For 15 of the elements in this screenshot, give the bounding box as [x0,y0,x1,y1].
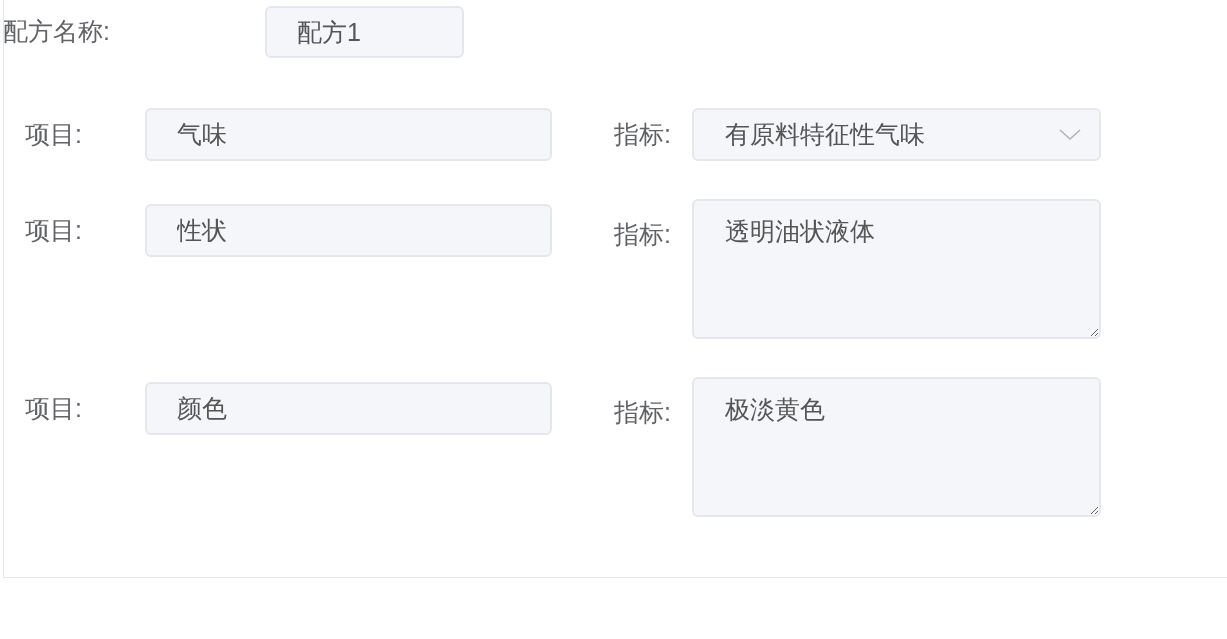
field-label: 指标: [613,397,672,428]
input-field[interactable]: 颜色 [145,382,552,435]
field-label: 项目: [24,392,83,424]
field-label: 指标: [613,219,672,250]
field-label: 项目: [24,118,83,150]
field-label: 指标: [613,118,672,150]
input-field[interactable]: 气味 [145,108,552,161]
field-label: 配方名称: [3,16,111,48]
text-area[interactable]: 极淡黄色 [692,377,1101,517]
input-field[interactable]: 性状 [145,204,552,257]
select-field[interactable]: 有原料特征性气味 [692,108,1101,161]
chevron-icon [1059,128,1081,141]
input-field[interactable]: 配方1 [265,6,464,58]
field-label: 项目: [24,214,83,246]
text-area[interactable]: 透明油状液体 [692,199,1101,339]
